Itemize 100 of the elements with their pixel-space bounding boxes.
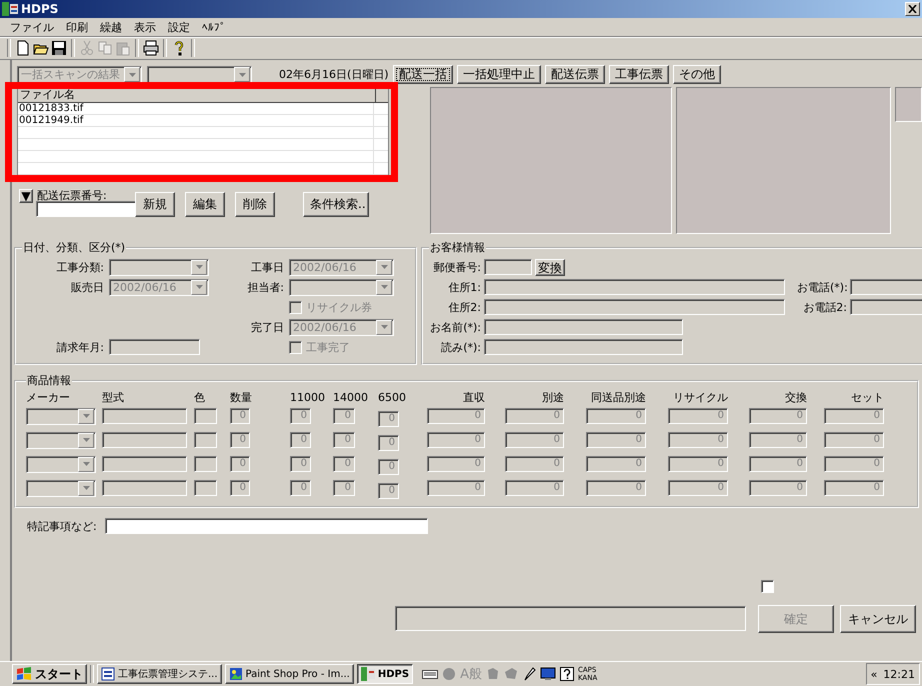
close-button[interactable]: [905, 2, 920, 16]
menu-item[interactable]: 繰越: [94, 20, 128, 34]
number-field[interactable]: 0: [427, 408, 485, 424]
tray-expand-button[interactable]: «: [870, 668, 878, 680]
number-field[interactable]: 0: [333, 456, 355, 472]
number-field[interactable]: 0: [824, 456, 884, 472]
slip-action-button[interactable]: 編集: [185, 192, 225, 217]
ime-indicator[interactable]: A般: [460, 665, 482, 683]
color-field[interactable]: [194, 432, 217, 448]
number-field[interactable]: 0: [586, 432, 646, 448]
action-button[interactable]: 工事伝票: [609, 65, 669, 84]
number-field[interactable]: 0: [668, 432, 728, 448]
window-title: HDPS: [21, 2, 58, 16]
maker-combo[interactable]: [26, 408, 96, 424]
scan-result-combo[interactable]: 一括スキャンの結果: [17, 66, 142, 83]
model-field[interactable]: [102, 480, 187, 496]
menu-item[interactable]: 設定: [162, 20, 196, 34]
start-button[interactable]: スタート: [12, 664, 87, 684]
input-field[interactable]: [484, 339, 683, 355]
number-field[interactable]: 0: [378, 458, 399, 474]
color-field[interactable]: [194, 408, 217, 424]
color-field[interactable]: [194, 456, 217, 472]
windows-flag-icon: [16, 667, 32, 681]
number-field[interactable]: 0: [505, 456, 564, 472]
slip-action-button[interactable]: 条件検索..: [303, 192, 369, 217]
menu-item[interactable]: 印刷: [60, 20, 94, 34]
filter-combo[interactable]: [147, 66, 252, 83]
toggle-button[interactable]: ▼: [19, 188, 33, 202]
remarks-field[interactable]: [104, 518, 428, 534]
checkbox[interactable]: [761, 580, 774, 593]
action-button[interactable]: その他: [673, 65, 721, 84]
color-field[interactable]: [194, 480, 217, 496]
menu-item[interactable]: ﾍﾙﾌﾟ: [196, 20, 232, 34]
number-field[interactable]: 0: [749, 432, 807, 448]
input-field[interactable]: [484, 279, 785, 295]
number-field[interactable]: 0: [668, 456, 728, 472]
number-field[interactable]: 0: [378, 434, 399, 450]
cancel-button[interactable]: キャンセル: [840, 605, 916, 633]
slip-action-button[interactable]: 削除: [235, 192, 275, 217]
number-field[interactable]: 0: [333, 480, 355, 496]
number-field[interactable]: 0: [668, 480, 728, 496]
number-field[interactable]: 0: [230, 432, 250, 448]
number-field[interactable]: 0: [824, 432, 884, 448]
number-field[interactable]: 0: [427, 456, 485, 472]
number-field[interactable]: 0: [586, 456, 646, 472]
file-name-cell[interactable]: 00121833.tif: [18, 103, 84, 114]
number-field[interactable]: 0: [378, 410, 399, 426]
taskbar-button[interactable]: 工事伝票管理システ...: [97, 664, 222, 684]
number-field[interactable]: 0: [505, 480, 564, 496]
action-button[interactable]: 配送伝票: [545, 65, 605, 84]
convert-button[interactable]: 変換: [535, 258, 565, 276]
postal-code-field[interactable]: [484, 259, 532, 275]
field-label: 販売日: [70, 280, 104, 294]
number-field[interactable]: 0: [749, 408, 807, 424]
number-field[interactable]: 0: [290, 408, 311, 424]
model-field[interactable]: [102, 456, 187, 472]
number-field[interactable]: 0: [230, 408, 250, 424]
maker-combo[interactable]: [26, 480, 96, 496]
taskbar-button[interactable]: Paint Shop Pro - Im...: [224, 664, 354, 684]
number-field[interactable]: 0: [378, 482, 399, 498]
menu-item[interactable]: 表示: [128, 20, 162, 34]
number-field[interactable]: 0: [505, 408, 564, 424]
number-field[interactable]: 0: [586, 408, 646, 424]
field-label: 完了日: [250, 320, 284, 334]
number-field[interactable]: 0: [505, 432, 564, 448]
number-field[interactable]: 0: [668, 408, 728, 424]
close-icon: [908, 5, 917, 13]
printer-icon[interactable]: [142, 39, 160, 57]
slip-action-button[interactable]: 新規: [135, 192, 175, 217]
input-field[interactable]: [484, 319, 683, 335]
column-header: 直収: [462, 390, 485, 404]
number-field[interactable]: 0: [333, 432, 355, 448]
number-field[interactable]: 0: [290, 480, 311, 496]
number-field[interactable]: 0: [427, 432, 485, 448]
number-field[interactable]: 0: [824, 480, 884, 496]
menu-item[interactable]: ファイル: [4, 20, 60, 34]
number-field[interactable]: 0: [230, 456, 250, 472]
input-field[interactable]: [484, 299, 785, 315]
taskbar-button[interactable]: HDPS: [356, 664, 414, 684]
maker-combo[interactable]: [26, 456, 96, 472]
column-header: 交換: [784, 390, 807, 404]
model-field[interactable]: [102, 408, 187, 424]
number-field[interactable]: 0: [749, 480, 807, 496]
maker-combo[interactable]: [26, 432, 96, 448]
number-field[interactable]: 0: [333, 408, 355, 424]
model-field[interactable]: [102, 432, 187, 448]
number-field[interactable]: 0: [586, 480, 646, 496]
field-label: 特記事項など:: [27, 518, 97, 534]
number-field[interactable]: 0: [290, 456, 311, 472]
file-name-cell[interactable]: 00121949.tif: [18, 115, 84, 126]
number-field[interactable]: 0: [427, 480, 485, 496]
number-field[interactable]: 0: [749, 456, 807, 472]
column-header: リサイクル: [672, 390, 728, 404]
action-button[interactable]: 配送一括: [393, 65, 453, 84]
number-field[interactable]: 0: [230, 480, 250, 496]
checkbox-label: 工事完了: [306, 340, 350, 354]
slip-number-label: 配送伝票番号:: [37, 188, 107, 203]
number-field[interactable]: 0: [824, 408, 884, 424]
action-button[interactable]: 一括処理中止: [457, 65, 541, 84]
number-field[interactable]: 0: [290, 432, 311, 448]
